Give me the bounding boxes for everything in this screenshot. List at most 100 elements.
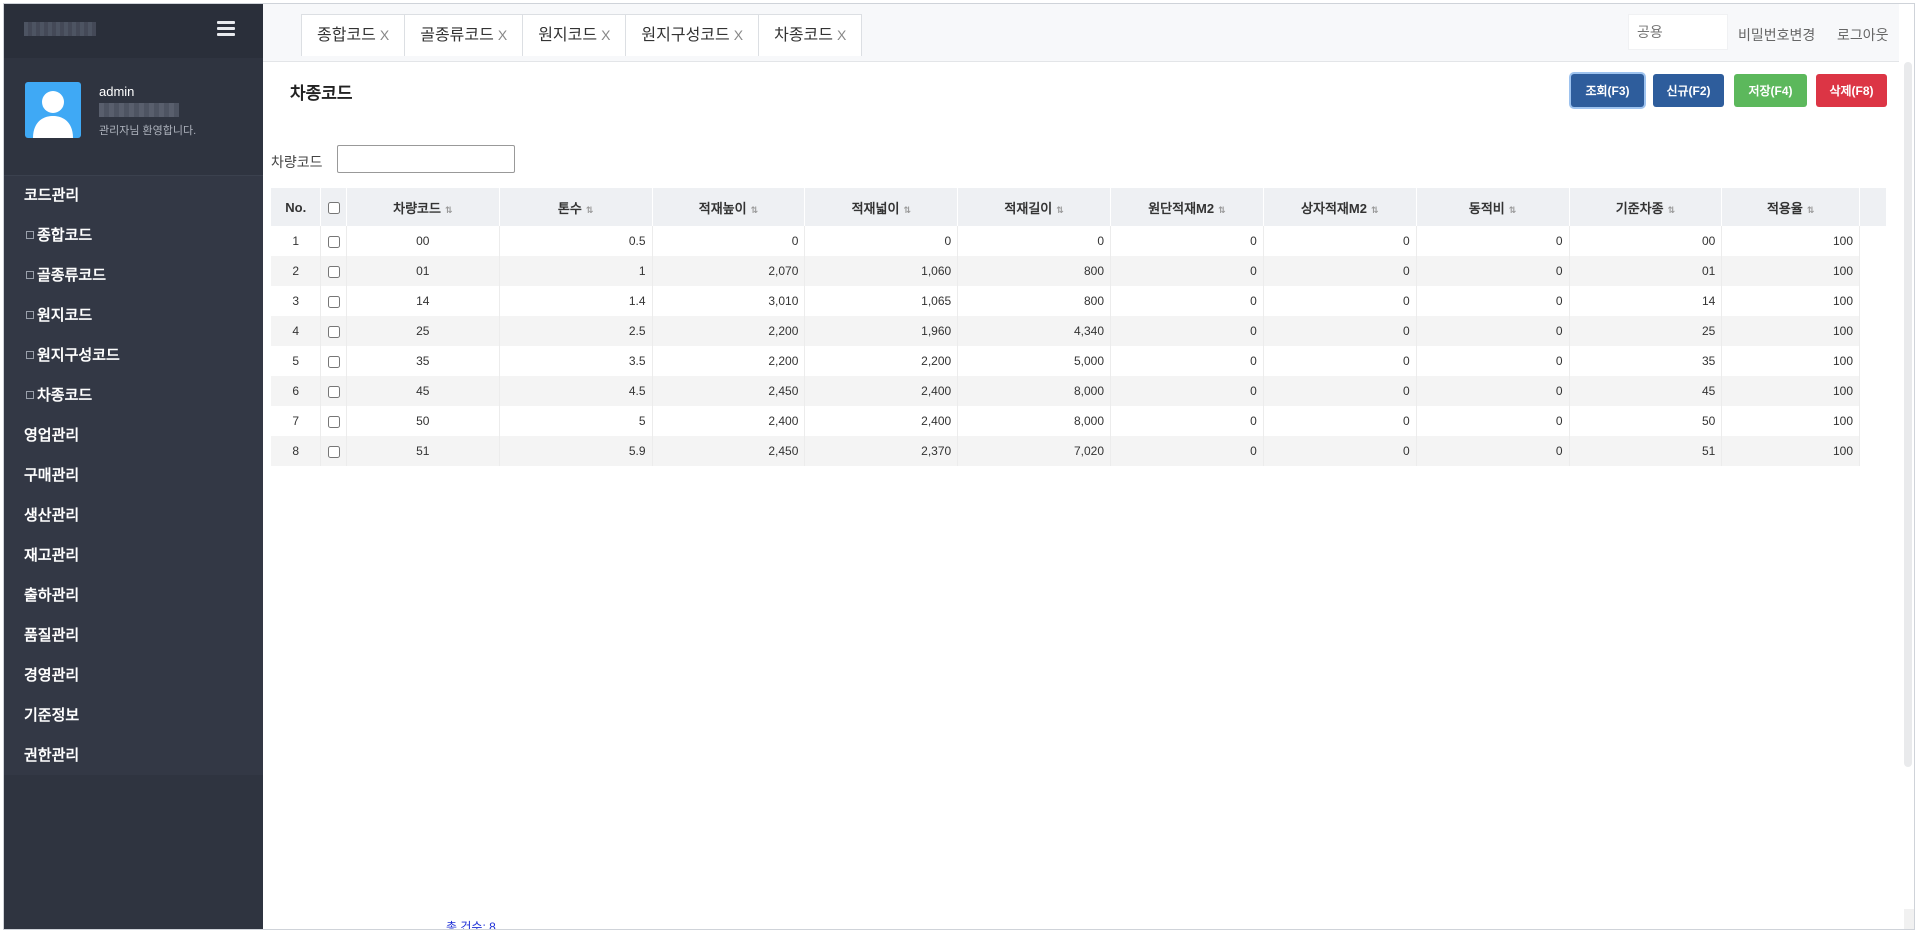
table-cell[interactable]: 0 — [1416, 256, 1570, 286]
table-cell[interactable]: 0.5 — [499, 226, 653, 256]
table-cell[interactable]: 0 — [1416, 436, 1570, 466]
row-checkbox[interactable] — [327, 445, 340, 458]
new-button[interactable]: 신규(F2) — [1653, 74, 1724, 107]
sidebar-subitem[interactable]: 원지코드 — [4, 296, 263, 336]
table-cell[interactable]: 0 — [1110, 376, 1264, 406]
table-cell[interactable]: 5.9 — [499, 436, 653, 466]
table-cell[interactable]: 35 — [1569, 346, 1723, 376]
table-cell[interactable]: 0 — [1416, 286, 1570, 316]
table-cell[interactable]: 2,370 — [804, 436, 959, 466]
tab[interactable]: 원지코드 X — [522, 14, 627, 56]
table-cell[interactable]: 2,200 — [652, 316, 806, 346]
select-all-checkbox[interactable] — [327, 202, 340, 215]
grid-column-header[interactable]: 기준차종 ⇅ — [1569, 188, 1723, 226]
table-cell[interactable]: 100 — [1721, 406, 1860, 436]
table-cell[interactable]: 0 — [1110, 436, 1264, 466]
sidebar-subitem[interactable]: 원지구성코드 — [4, 336, 263, 376]
table-cell[interactable]: 0 — [1110, 286, 1264, 316]
table-cell[interactable]: 100 — [1721, 436, 1860, 466]
table-cell[interactable]: 50 — [346, 406, 500, 436]
sidebar-item[interactable]: 경영관리 — [4, 656, 263, 696]
table-cell[interactable]: 0 — [1263, 346, 1417, 376]
table-cell[interactable]: 100 — [1721, 226, 1860, 256]
tab-close-icon[interactable]: X — [734, 27, 743, 43]
sort-icon[interactable]: ⇅ — [751, 205, 759, 215]
tab[interactable]: 원지구성코드 X — [625, 14, 760, 56]
table-cell[interactable]: 25 — [346, 316, 500, 346]
sort-icon[interactable]: ⇅ — [1056, 205, 1064, 215]
table-cell[interactable]: 3.5 — [499, 346, 653, 376]
table-cell[interactable]: 2,400 — [652, 406, 806, 436]
table-cell[interactable]: 01 — [1569, 256, 1723, 286]
table-cell[interactable]: 100 — [1721, 316, 1860, 346]
table-cell[interactable]: 0 — [1263, 406, 1417, 436]
sidebar-item[interactable]: 권한관리 — [4, 736, 263, 776]
delete-button[interactable]: 삭제(F8) — [1816, 74, 1887, 107]
sidebar-item[interactable]: 영업관리 — [4, 416, 263, 456]
table-cell[interactable]: 100 — [1721, 346, 1860, 376]
table-cell[interactable]: 800 — [957, 286, 1112, 316]
table-row[interactable]: 2 01 1 2,070 1,060 800 0 0 0 01 100 — [271, 256, 1860, 286]
table-cell[interactable]: 0 — [1416, 346, 1570, 376]
row-checkbox[interactable] — [327, 415, 340, 428]
table-row[interactable]: 4 25 2.5 2,200 1,960 4,340 0 0 0 25 100 — [271, 316, 1860, 346]
sidebar-item[interactable]: 재고관리 — [4, 536, 263, 576]
sidebar-item[interactable]: 기준정보 — [4, 696, 263, 736]
table-cell[interactable]: 0 — [957, 226, 1112, 256]
table-cell[interactable]: 2,200 — [652, 346, 806, 376]
table-row[interactable]: 3 14 1.4 3,010 1,065 800 0 0 0 14 100 — [271, 286, 1860, 316]
table-cell[interactable]: 1,060 — [804, 256, 959, 286]
tab-close-icon[interactable]: X — [837, 27, 846, 43]
table-cell[interactable]: 0 — [1416, 406, 1570, 436]
table-cell[interactable]: 0 — [1110, 346, 1264, 376]
table-cell[interactable]: 0 — [804, 226, 959, 256]
sort-icon[interactable]: ⇅ — [586, 205, 594, 215]
grid-column-header[interactable]: 적재길이 ⇅ — [957, 188, 1112, 226]
search-button[interactable]: 조회(F3) — [1571, 74, 1644, 107]
grid-column-header[interactable]: 동적비 ⇅ — [1416, 188, 1570, 226]
sidebar-item[interactable]: 생산관리 — [4, 496, 263, 536]
tab-close-icon[interactable]: X — [601, 27, 610, 43]
logout-link[interactable]: 로그아웃 — [1837, 25, 1889, 45]
table-row[interactable]: 8 51 5.9 2,450 2,370 7,020 0 0 0 51 100 — [271, 436, 1860, 466]
table-cell[interactable]: 2,200 — [804, 346, 959, 376]
table-cell[interactable]: 45 — [346, 376, 500, 406]
table-cell[interactable]: 1,065 — [804, 286, 959, 316]
row-checkbox[interactable] — [327, 265, 340, 278]
table-cell[interactable]: 5 — [499, 406, 653, 436]
sidebar-subitem[interactable]: 종합코드 — [4, 216, 263, 256]
table-row[interactable]: 1 00 0.5 0 0 0 0 0 0 00 100 — [271, 226, 1860, 256]
table-cell[interactable]: 0 — [1263, 436, 1417, 466]
table-cell[interactable]: 0 — [1416, 376, 1570, 406]
table-cell[interactable]: 0 — [1416, 226, 1570, 256]
row-checkbox[interactable] — [327, 355, 340, 368]
table-cell[interactable]: 0 — [1110, 226, 1264, 256]
sort-icon[interactable]: ⇅ — [1218, 205, 1226, 215]
table-cell[interactable]: 1.4 — [499, 286, 653, 316]
change-password-link[interactable]: 비밀번호변경 — [1738, 25, 1815, 45]
table-row[interactable]: 7 50 5 2,400 2,400 8,000 0 0 0 50 100 — [271, 406, 1860, 436]
row-checkbox[interactable] — [327, 325, 340, 338]
sort-icon[interactable]: ⇅ — [1509, 205, 1517, 215]
sort-icon[interactable]: ⇅ — [1668, 205, 1676, 215]
sort-icon[interactable]: ⇅ — [1807, 205, 1815, 215]
table-cell[interactable]: 0 — [652, 226, 806, 256]
table-cell[interactable]: 4,340 — [957, 316, 1112, 346]
grid-column-header[interactable]: 적용율 ⇅ — [1721, 188, 1860, 226]
table-cell[interactable]: 00 — [346, 226, 500, 256]
table-cell[interactable]: 100 — [1721, 376, 1860, 406]
table-cell[interactable]: 0 — [1263, 226, 1417, 256]
tab-close-icon[interactable]: X — [380, 27, 389, 43]
sidebar-item[interactable]: 구매관리 — [4, 456, 263, 496]
table-cell[interactable]: 0 — [1263, 286, 1417, 316]
table-cell[interactable]: 2,400 — [804, 406, 959, 436]
vehicle-code-filter-input[interactable] — [337, 145, 515, 173]
table-cell[interactable]: 100 — [1721, 286, 1860, 316]
vertical-scrollbar[interactable] — [1904, 62, 1912, 767]
table-cell[interactable]: 00 — [1569, 226, 1723, 256]
table-cell[interactable]: 01 — [346, 256, 500, 286]
table-cell[interactable]: 0 — [1263, 316, 1417, 346]
sidebar-subitem[interactable]: 차종코드 — [4, 376, 263, 416]
table-cell[interactable]: 2,450 — [652, 436, 806, 466]
row-checkbox[interactable] — [327, 295, 340, 308]
